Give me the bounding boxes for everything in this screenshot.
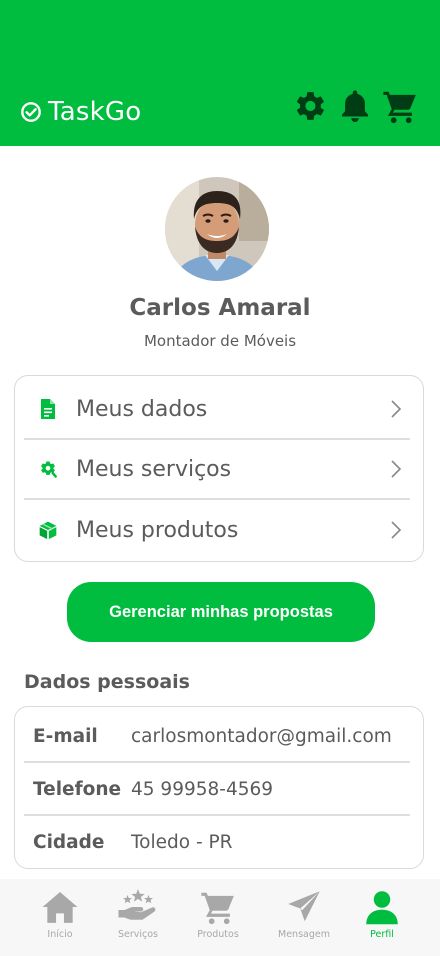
info-value: Toledo - PR (131, 831, 233, 853)
settings-button[interactable] (289, 86, 329, 126)
box-icon (38, 520, 58, 540)
nav-item-produtos[interactable]: Produtos (178, 887, 258, 947)
service-hand-icon (117, 887, 159, 927)
chevron-right-icon (391, 521, 402, 539)
nav-item-inicio[interactable]: Início (20, 887, 100, 947)
nav-item-mensagem[interactable]: Mensagem (264, 887, 344, 947)
cart-button[interactable] (380, 86, 420, 126)
cart-icon (197, 887, 239, 927)
chevron-right-icon (391, 400, 402, 418)
nav-label: Perfil (370, 929, 394, 940)
app-title: TaskGo (48, 97, 142, 127)
profile-menu: Meus dados Meus serviços Meus produtos (14, 375, 424, 562)
section-title-dados-pessoais: Dados pessoais (24, 671, 190, 693)
brand: TaskGo (20, 97, 141, 127)
cart-icon (383, 91, 416, 124)
nav-label: Serviços (117, 929, 159, 940)
bell-icon (341, 90, 369, 123)
avatar (159, 171, 275, 287)
nav-label: Mensagem (278, 929, 330, 940)
info-value: carlosmontador@gmail.com (131, 725, 392, 747)
info-row-cidade: Cidade Toledo - PR (24, 816, 410, 868)
menu-item-label: Meus serviços (76, 456, 232, 482)
info-row-email: E-mail carlosmontador@gmail.com (24, 710, 410, 762)
send-icon (283, 887, 325, 927)
nav-label: Início (47, 929, 73, 940)
profile-name: Carlos Amaral (129, 295, 311, 321)
nav-item-servicos[interactable]: Serviços (98, 887, 178, 947)
check-circle-icon (21, 102, 41, 122)
personal-data-card: E-mail carlosmontador@gmail.com Telefone… (14, 706, 424, 869)
home-icon (39, 887, 81, 927)
menu-item-label: Meus dados (76, 396, 208, 422)
chevron-right-icon (391, 460, 402, 478)
info-key: Telefone (33, 778, 122, 800)
bottom-nav: Início Serviços Produtos Mensagem Perfil (0, 879, 440, 956)
profile-role: Montador de Móveis (143, 332, 297, 350)
info-value: 45 99958-4569 (131, 778, 274, 800)
info-key: Cidade (33, 831, 105, 853)
app-header: TaskGo (0, 0, 440, 146)
info-key: E-mail (33, 725, 98, 747)
notifications-button[interactable] (335, 86, 375, 126)
tools-icon (38, 459, 58, 479)
menu-item-label: Meus produtos (76, 517, 239, 543)
nav-label: Produtos (197, 929, 239, 940)
info-row-telefone: Telefone 45 99958-4569 (24, 763, 410, 815)
menu-item-meus-dados[interactable]: Meus dados (24, 379, 410, 439)
user-icon (361, 887, 403, 927)
document-icon (38, 399, 58, 419)
manage-proposals-button[interactable]: Gerenciar minhas propostas (67, 582, 375, 642)
gear-icon (296, 92, 325, 120)
profile-photo (165, 177, 269, 281)
menu-item-meus-produtos[interactable]: Meus produtos (24, 500, 410, 560)
nav-item-perfil[interactable]: Perfil (342, 887, 422, 947)
menu-item-meus-servicos[interactable]: Meus serviços (24, 439, 410, 499)
